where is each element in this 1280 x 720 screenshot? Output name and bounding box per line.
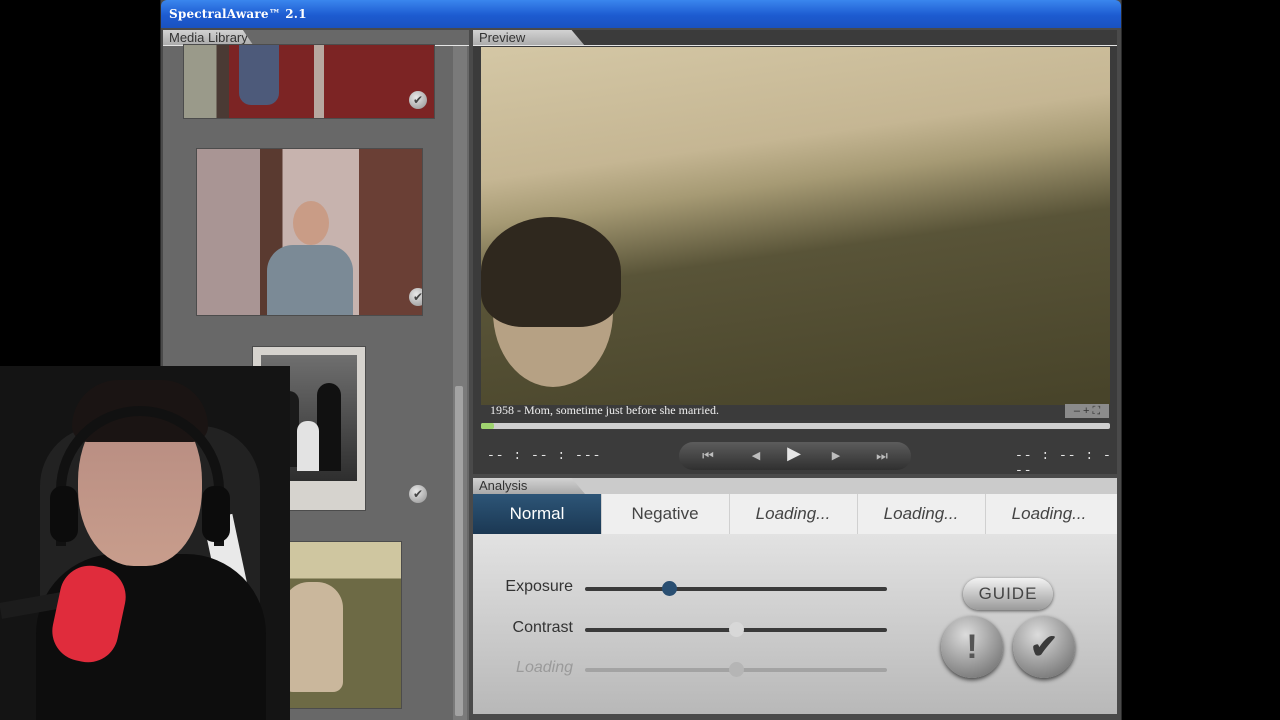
check-icon[interactable]: ✔ [409,288,422,306]
exposure-slider-knob[interactable] [662,581,678,596]
app-window: SpectralAware™ 2.1 Media Library ✔ ✔ ✔ P… [160,0,1122,720]
photo-subject [283,582,343,692]
analysis-controls: Exposure Contrast Loading GUIDE ! ✔ [473,534,1117,714]
panel-divider [473,45,1117,46]
playback-progress[interactable] [481,423,1110,429]
analysis-tabs: Normal Negative Loading... Loading... Lo… [473,494,1117,534]
skip-forward-button[interactable]: ⏭ [871,448,893,464]
step-back-button[interactable]: ◀ [745,448,767,464]
title-bar[interactable]: SpectralAware™ 2.1 [161,0,1121,28]
library-scrollbar[interactable] [453,46,467,720]
photo-subject [481,217,621,327]
library-item[interactable]: ✔ [184,45,434,118]
progress-fill [481,423,494,429]
exposure-slider[interactable] [585,581,887,596]
guide-button[interactable]: GUIDE [963,578,1053,610]
check-icon[interactable]: ✔ [409,91,427,109]
play-button[interactable]: ▶ [783,444,805,462]
alert-button[interactable]: ! [941,616,1003,678]
skip-back-button[interactable]: ⏮ [697,448,719,464]
analysis-label: Analysis [473,478,585,494]
photo-subject [293,201,329,245]
contrast-label: Contrast [512,619,573,636]
window-title: SpectralAware™ 2.1 [169,7,307,21]
tab-loading[interactable]: Loading... [985,494,1113,534]
confirm-button[interactable]: ✔ [1013,616,1075,678]
media-library-label: Media Library [163,30,254,46]
tab-normal[interactable]: Normal [473,494,602,534]
photo-subject [317,383,341,471]
preview-caption: 1958 - Mom, sometime just before she mar… [490,403,719,417]
check-icon[interactable]: ✔ [409,485,427,503]
headset-earcup [202,486,230,542]
scrollbar-thumb[interactable] [455,386,463,716]
preview-image[interactable] [481,47,1110,405]
photo-subject [267,245,353,315]
transport-controls: ⏮ ◀ ▶ ▶ ⏭ [679,442,911,470]
contrast-slider[interactable] [585,622,887,637]
photo-subject [239,45,279,105]
time-elapsed: -- : -- : --- [487,448,602,463]
library-item[interactable]: ✔ [197,149,422,315]
loading-slider-knob [728,662,744,677]
loading-slider [585,662,887,677]
exposure-label: Exposure [505,578,573,595]
photo-subject [297,421,319,471]
tab-loading[interactable]: Loading... [857,494,986,534]
preview-panel: Preview 1958 - Mom, sometime just before… [473,30,1117,478]
tab-loading[interactable]: Loading... [729,494,858,534]
preview-label: Preview [473,30,585,46]
analysis-panel: Analysis Normal Negative Loading... Load… [473,478,1117,714]
loading-label: Loading [516,659,573,676]
contrast-slider-knob[interactable] [728,622,744,637]
webcam-overlay [0,366,290,720]
step-forward-button[interactable]: ▶ [825,448,847,464]
zoom-controls[interactable]: – + ⛶ [1065,404,1109,418]
tab-negative[interactable]: Negative [601,494,730,534]
headset-earcup [50,486,78,542]
time-total: -- : -- : --- [1015,448,1112,478]
